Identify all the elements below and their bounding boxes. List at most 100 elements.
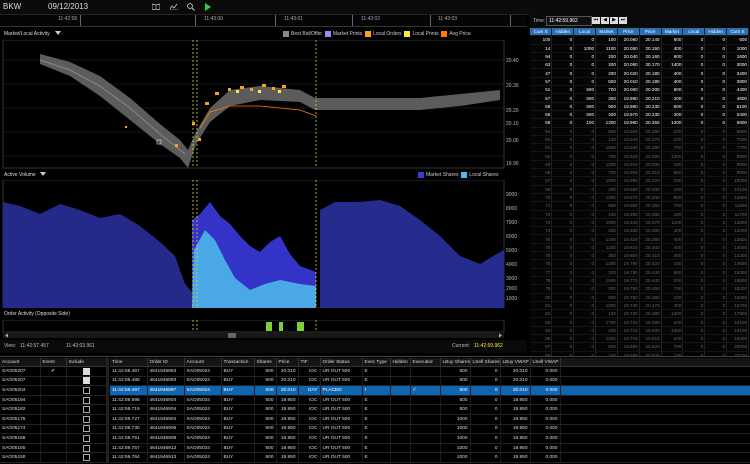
book-row[interactable]: 76 0 0 1200 19.790 20.420 200 0 0 14500 — [530, 259, 749, 269]
orders-column-header[interactable]: Transaction — [221, 358, 255, 367]
include-checkbox[interactable] — [82, 386, 90, 394]
account-row[interactable]: SAO05160 — [0, 443, 106, 454]
book-row[interactable]: 60 0 0 100 19.940 20.270 200 0 0 7000 — [530, 135, 749, 145]
book-row[interactable]: 63 0 0 200 20.060 20.170 1400 0 0 3000 — [530, 60, 749, 70]
last-icon[interactable]: ⏭ — [619, 17, 627, 24]
book-row[interactable]: 82 0 0 100 19.730 20.480 1200 0 0 17900 — [530, 309, 749, 319]
book-row[interactable]: 78 0 0 1500 19.770 20.440 200 0 0 15500 — [530, 276, 749, 286]
legend-local-prints[interactable]: Local Prints — [404, 31, 439, 37]
book-column-header[interactable]: Price — [639, 28, 662, 37]
book-row[interactable]: 87 0 0 500 19.690 20.520 700 0 0 20000 — [530, 342, 749, 352]
volume-chart[interactable] — [0, 180, 527, 308]
book-time-field[interactable]: 11:42:59.962 — [546, 16, 592, 26]
book-row[interactable]: 69 0 0 200 19.880 20.330 100 0 0 10100 — [530, 185, 749, 194]
legend-market-prints[interactable]: Market Prints — [324, 31, 362, 37]
book-row[interactable]: 14 0 1000 1100 20.050 20.150 400 0 0 1000 — [530, 44, 749, 53]
book-row[interactable]: 75 0 0 1100 19.810 20.400 400 0 0 14000 — [530, 243, 749, 253]
order-row[interactable]: 11:42:59.719 4641946904 SAO05024 BUY 500 19.9… — [110, 404, 750, 415]
order-row[interactable]: 11:42:59.764 4641946913 SAO05024 BUY 500 19.9… — [110, 452, 750, 463]
account-row[interactable]: SAO05166 — [0, 433, 106, 444]
orders-column-header[interactable]: Order ID — [147, 358, 185, 367]
book-row[interactable]: 62 0 0 700 19.920 20.290 1200 0 0 8900 — [530, 151, 749, 161]
account-row[interactable]: SAO05207 — [0, 376, 106, 387]
splitter[interactable] — [106, 358, 109, 463]
orders-column-header[interactable]: Exec Type — [362, 358, 391, 367]
include-checkbox[interactable] — [82, 425, 90, 433]
book-row[interactable]: 58 0 100 1200 19.960 20.250 1200 0 0 6600 — [530, 118, 749, 128]
order-row[interactable]: 11:42:55.467 4641946853 SAO05024 BUY 500 20.0… — [110, 366, 750, 377]
book-row[interactable]: 77 0 0 100 19.780 20.430 800 0 0 15300 — [530, 268, 749, 277]
chevron-down-icon[interactable] — [40, 172, 46, 179]
prev-icon[interactable]: ◀ — [601, 17, 609, 24]
book-row[interactable]: 64 0 0 500 19.950 20.260 200 0 0 6800 — [530, 127, 749, 136]
chevron-down-icon[interactable] — [55, 31, 61, 38]
book-column-header[interactable]: Hidden — [704, 28, 728, 37]
orders-column-header[interactable]: Hidden — [390, 358, 411, 367]
book-row[interactable]: 56 0 500 400 19.970 20.230 300 0 0 5400 — [530, 110, 749, 120]
accounts-grid[interactable]: Account Event Include SAO05207 ✔ SAO05207 SAO… — [0, 358, 106, 463]
price-chart[interactable] — [0, 40, 527, 169]
order-row[interactable]: 11:42:55.488 4641946893 SAO05024 BUY 500 20.0… — [110, 376, 750, 387]
book-row[interactable]: 86 0 0 1200 19.700 20.510 200 0 0 19300 — [530, 334, 749, 344]
legend-market-shares[interactable]: Market Shares — [418, 172, 459, 178]
time-ruler[interactable]: 11:42:58 11:43:00 11:43:01 11:43:02 11:4… — [0, 15, 527, 27]
account-row[interactable]: SAO05174 — [0, 424, 106, 435]
book-row[interactable]: 59 0 500 900 19.980 20.230 500 0 0 5100 — [530, 102, 749, 111]
legend-best-bid-offer[interactable]: Best Bid/Offer — [283, 31, 322, 37]
orders-column-header[interactable]: Account — [184, 358, 222, 367]
book-column-header[interactable]: Local — [682, 28, 706, 37]
book-row[interactable]: 67 0 0 1500 19.890 20.320 200 0 0 10000 — [530, 176, 749, 186]
book-row[interactable]: 47 0 0 200 20.020 20.180 400 0 0 3400 — [530, 68, 749, 78]
order-row[interactable]: 11:42:59.751 4641946908 SAO05024 BUY 500 19.9… — [110, 433, 750, 444]
orders-column-header[interactable]: Price — [276, 358, 299, 367]
account-row[interactable]: SAO05207 ✔ — [0, 366, 106, 377]
book-column-header[interactable]: Hidden — [551, 28, 575, 37]
include-checkbox[interactable] — [82, 377, 90, 385]
book-column-header[interactable]: Cum S — [726, 28, 749, 37]
book-row[interactable]: 57 0 500 300 19.990 20.210 200 0 0 4600 — [530, 93, 749, 103]
order-row[interactable]: 11:42:59.698 4641946904 SAO05024 BUY 500 19.9… — [110, 395, 750, 406]
account-row[interactable]: SAO05204 — [0, 385, 106, 396]
book-row[interactable]: 72 0 0 1500 19.840 20.370 1100 0 0 12800 — [530, 218, 749, 228]
accounts-column-header[interactable]: Event — [40, 358, 67, 367]
chart-icon[interactable] — [169, 3, 178, 11]
orders-column-header[interactable]: Time — [110, 358, 148, 367]
orders-column-header[interactable]: Order Status — [320, 358, 363, 367]
book-column-header[interactable]: Market — [661, 28, 684, 37]
order-row[interactable]: 11:42:59.497 4641946897 SAO05024 BUY 500 20.0… — [110, 385, 750, 396]
book-row[interactable]: 57 0 0 500 20.010 20.190 400 0 0 3800 — [530, 77, 749, 87]
include-checkbox[interactable] — [82, 434, 90, 442]
book-row[interactable]: 81 0 0 1200 19.740 20.470 400 0 0 16700 — [530, 301, 749, 311]
book-row[interactable]: 51 0 500 700 20.000 20.200 600 0 0 4400 — [530, 85, 749, 95]
book-column-header[interactable]: Cum S — [530, 28, 553, 37]
book-row[interactable]: 80 0 0 500 19.750 20.460 100 0 0 16300 — [530, 293, 749, 302]
accounts-column-header[interactable]: Include — [66, 358, 106, 367]
accounts-column-header[interactable]: Account — [0, 358, 41, 367]
orders-column-header[interactable]: LBuy VWAP — [500, 358, 531, 367]
book-row[interactable]: 71 0 0 900 19.860 20.350 700 0 0 11600 — [530, 201, 749, 211]
include-checkbox[interactable] — [82, 444, 90, 452]
book-column-header[interactable]: Market — [595, 28, 618, 37]
account-row[interactable]: SAO05194 — [0, 395, 106, 406]
account-row[interactable]: SAO05150 — [0, 452, 106, 463]
play-icon[interactable] — [204, 3, 212, 11]
book-row[interactable]: 75 0 0 1200 19.820 20.390 400 0 0 13600 — [530, 234, 749, 244]
include-checkbox[interactable] — [82, 415, 90, 423]
book-row[interactable]: 100 0 0 100 20.060 20.140 600 0 0 600 — [530, 35, 749, 45]
order-row[interactable]: 11:42:59.730 4641946906 SAO05024 BUY 500 19.9… — [110, 424, 750, 435]
orders-column-header[interactable]: TIF — [298, 358, 321, 367]
first-icon[interactable]: ⏮ — [592, 17, 600, 24]
orders-column-header[interactable]: Executed — [410, 358, 441, 367]
order-row[interactable]: 11:42:59.757 4641946913 SAO05024 BUY 500 19.9… — [110, 443, 750, 454]
search-icon[interactable] — [187, 3, 195, 11]
book-icon[interactable] — [151, 3, 161, 11]
orders-column-header[interactable]: LSell Shares — [470, 358, 501, 367]
legend-local-shares[interactable]: Local Shares — [461, 172, 498, 178]
next-icon[interactable]: ▶ — [610, 17, 618, 24]
book-row[interactable]: 74 0 0 200 19.830 20.380 400 0 0 13200 — [530, 226, 749, 236]
account-row[interactable]: SAO05182 — [0, 404, 106, 415]
book-row[interactable]: 79 0 0 200 19.760 20.450 700 0 0 16200 — [530, 284, 749, 294]
book-row[interactable]: 84 0 0 200 19.710 20.500 1000 0 0 19100 — [530, 326, 749, 336]
book-row[interactable]: 65 0 0 700 19.900 20.310 800 0 0 9800 — [530, 168, 749, 178]
include-checkbox[interactable] — [82, 406, 90, 414]
